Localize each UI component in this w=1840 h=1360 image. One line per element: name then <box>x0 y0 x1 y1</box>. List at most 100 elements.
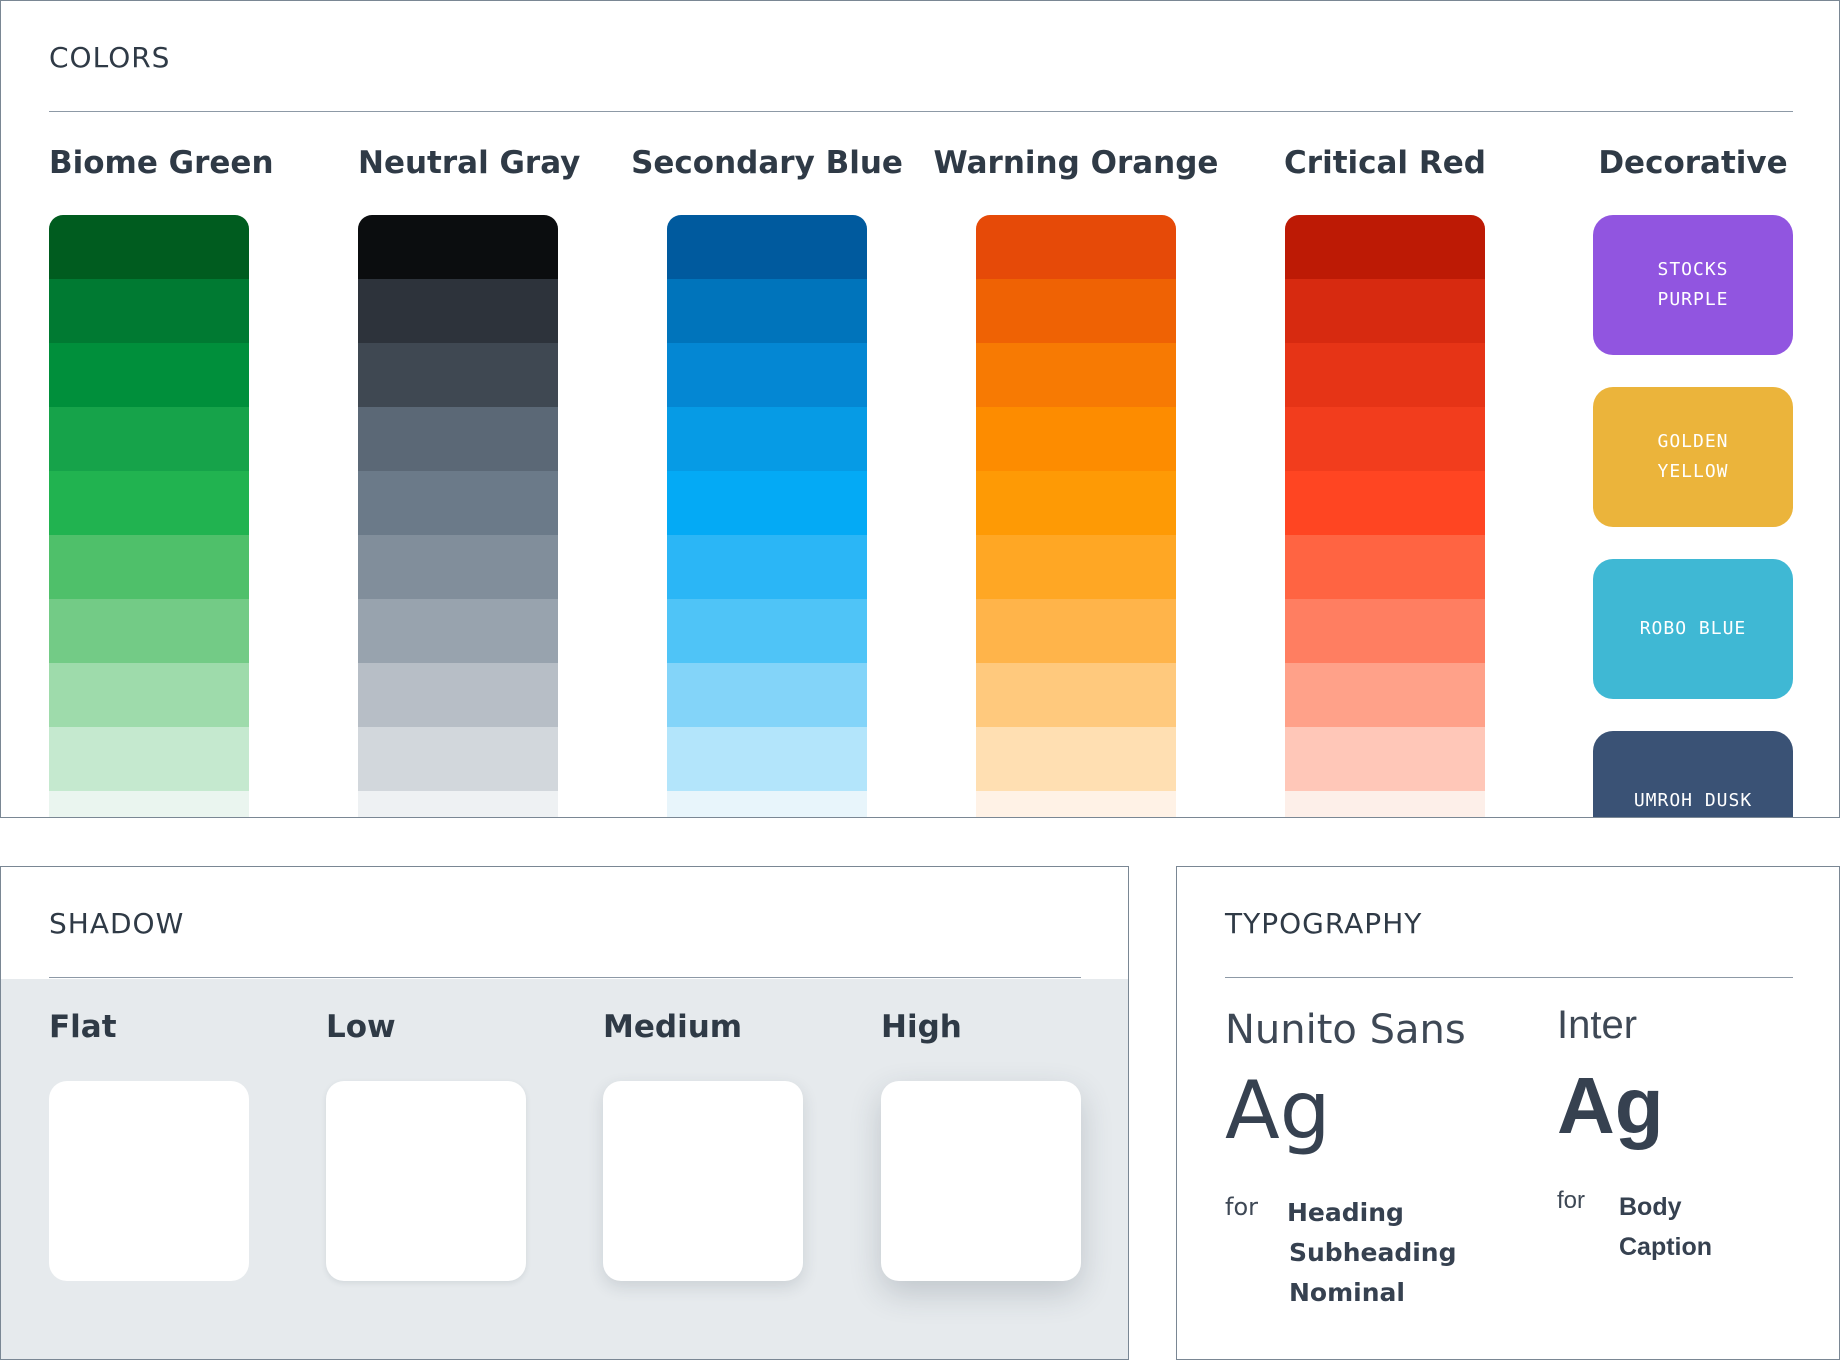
color-swatch <box>49 599 249 663</box>
color-swatch <box>49 343 249 407</box>
font-usage-item: Body <box>1619 1193 1682 1221</box>
typography-panel: TYPOGRAPHY Nunito Sans Ag for Heading Su… <box>1176 866 1840 1360</box>
color-swatch <box>49 727 249 791</box>
font-name: Nunito Sans <box>1225 1007 1466 1053</box>
color-swatch <box>976 599 1176 663</box>
font-usage-prefix: for <box>1557 1187 1586 1214</box>
shadow-divider <box>49 977 1081 978</box>
color-swatch <box>976 471 1176 535</box>
font-usage-item: Caption <box>1619 1233 1713 1261</box>
font-usage: for Heading Subheading Nominal <box>1225 1193 1456 1313</box>
color-swatch <box>1285 727 1485 791</box>
color-swatch <box>976 407 1176 471</box>
color-swatch <box>49 471 249 535</box>
shadow-label: Flat <box>49 1009 117 1045</box>
color-ramp <box>976 215 1176 817</box>
typography-title: TYPOGRAPHY <box>1225 907 1423 940</box>
color-swatch <box>667 535 867 599</box>
palette-name: Biome Green <box>49 145 274 181</box>
color-swatch <box>976 535 1176 599</box>
color-swatch <box>1285 663 1485 727</box>
font-usage-item: Nominal <box>1289 1278 1405 1307</box>
decorative-swatch: GOLDEN YELLOW <box>1593 387 1793 527</box>
color-swatch <box>1285 407 1485 471</box>
color-swatch <box>1285 215 1485 279</box>
shadow-card-high <box>881 1081 1081 1281</box>
font-usage: for Body Caption <box>1557 1187 1712 1267</box>
color-swatch <box>1285 279 1485 343</box>
decorative-swatch: ROBO BLUE <box>1593 559 1793 699</box>
decorative-swatch: UMROH DUSK <box>1593 731 1793 817</box>
color-swatch <box>976 279 1176 343</box>
color-swatch <box>667 343 867 407</box>
color-swatch <box>1285 599 1485 663</box>
color-swatch <box>358 791 558 817</box>
color-swatch <box>667 407 867 471</box>
color-swatch <box>358 599 558 663</box>
colors-divider <box>49 111 1793 112</box>
color-swatch <box>667 791 867 817</box>
shadow-card-medium <box>603 1081 803 1281</box>
palette-critical-red: Critical Red <box>1225 141 1534 817</box>
shadow-title: SHADOW <box>49 907 185 940</box>
palette-name: Critical Red <box>1284 145 1486 181</box>
color-swatch <box>1285 535 1485 599</box>
font-nunito-sans: Nunito Sans Ag for Heading Subheading No… <box>1225 1007 1466 1307</box>
colors-panel: COLORS Biome Green Neutral Gray Secondar… <box>0 0 1840 818</box>
shadow-card-flat <box>49 1081 249 1281</box>
color-swatch <box>49 279 249 343</box>
font-usage-item: Subheading <box>1289 1238 1457 1267</box>
color-ramp <box>358 215 558 817</box>
font-sample: Ag <box>1225 1064 1331 1157</box>
color-swatch <box>1285 343 1485 407</box>
typography-divider <box>1225 977 1793 978</box>
color-swatch <box>976 791 1176 817</box>
palette-name: Decorative <box>1598 145 1788 181</box>
color-swatch <box>1285 791 1485 817</box>
font-usage-list: Body Caption <box>1619 1187 1712 1267</box>
color-swatch <box>667 471 867 535</box>
color-swatch <box>976 727 1176 791</box>
color-swatch <box>667 599 867 663</box>
color-swatch <box>49 407 249 471</box>
color-swatch <box>358 279 558 343</box>
palette-biome-green: Biome Green <box>49 141 358 817</box>
font-name: Inter <box>1557 1003 1638 1047</box>
shadow-label: Medium <box>603 1009 743 1045</box>
shadow-panel: SHADOW Flat Low Medium High <box>0 866 1129 1360</box>
color-swatch <box>667 727 867 791</box>
color-swatch <box>49 791 249 817</box>
font-sample: Ag <box>1557 1061 1664 1150</box>
shadow-label: Low <box>326 1009 396 1045</box>
colors-title: COLORS <box>49 41 171 74</box>
decorative-swatch: STOCKS PURPLE <box>1593 215 1793 355</box>
shadow-preview-area: Flat Low Medium High <box>1 979 1128 1359</box>
color-swatch <box>49 663 249 727</box>
color-swatch <box>358 471 558 535</box>
color-swatch <box>358 407 558 471</box>
color-swatch <box>976 343 1176 407</box>
color-ramp <box>667 215 867 817</box>
color-swatch <box>667 663 867 727</box>
shadow-card-low <box>326 1081 526 1281</box>
palette-name: Secondary Blue <box>631 145 903 181</box>
palette-name: Warning Orange <box>933 145 1219 181</box>
palette-secondary-blue: Secondary Blue <box>607 141 916 817</box>
font-usage-item: Heading <box>1287 1198 1404 1227</box>
color-ramp <box>49 215 249 817</box>
color-swatch <box>1285 471 1485 535</box>
shadow-label: High <box>881 1009 962 1045</box>
color-swatch <box>358 343 558 407</box>
color-swatch <box>667 279 867 343</box>
color-swatch <box>358 727 558 791</box>
color-swatch <box>976 663 1176 727</box>
color-swatch <box>976 215 1176 279</box>
font-usage-prefix: for <box>1225 1193 1258 1221</box>
color-ramp <box>1285 215 1485 817</box>
color-swatch <box>49 535 249 599</box>
color-swatch <box>358 215 558 279</box>
color-swatch <box>358 663 558 727</box>
color-swatch <box>358 535 558 599</box>
color-swatch <box>667 215 867 279</box>
color-swatch <box>49 215 249 279</box>
